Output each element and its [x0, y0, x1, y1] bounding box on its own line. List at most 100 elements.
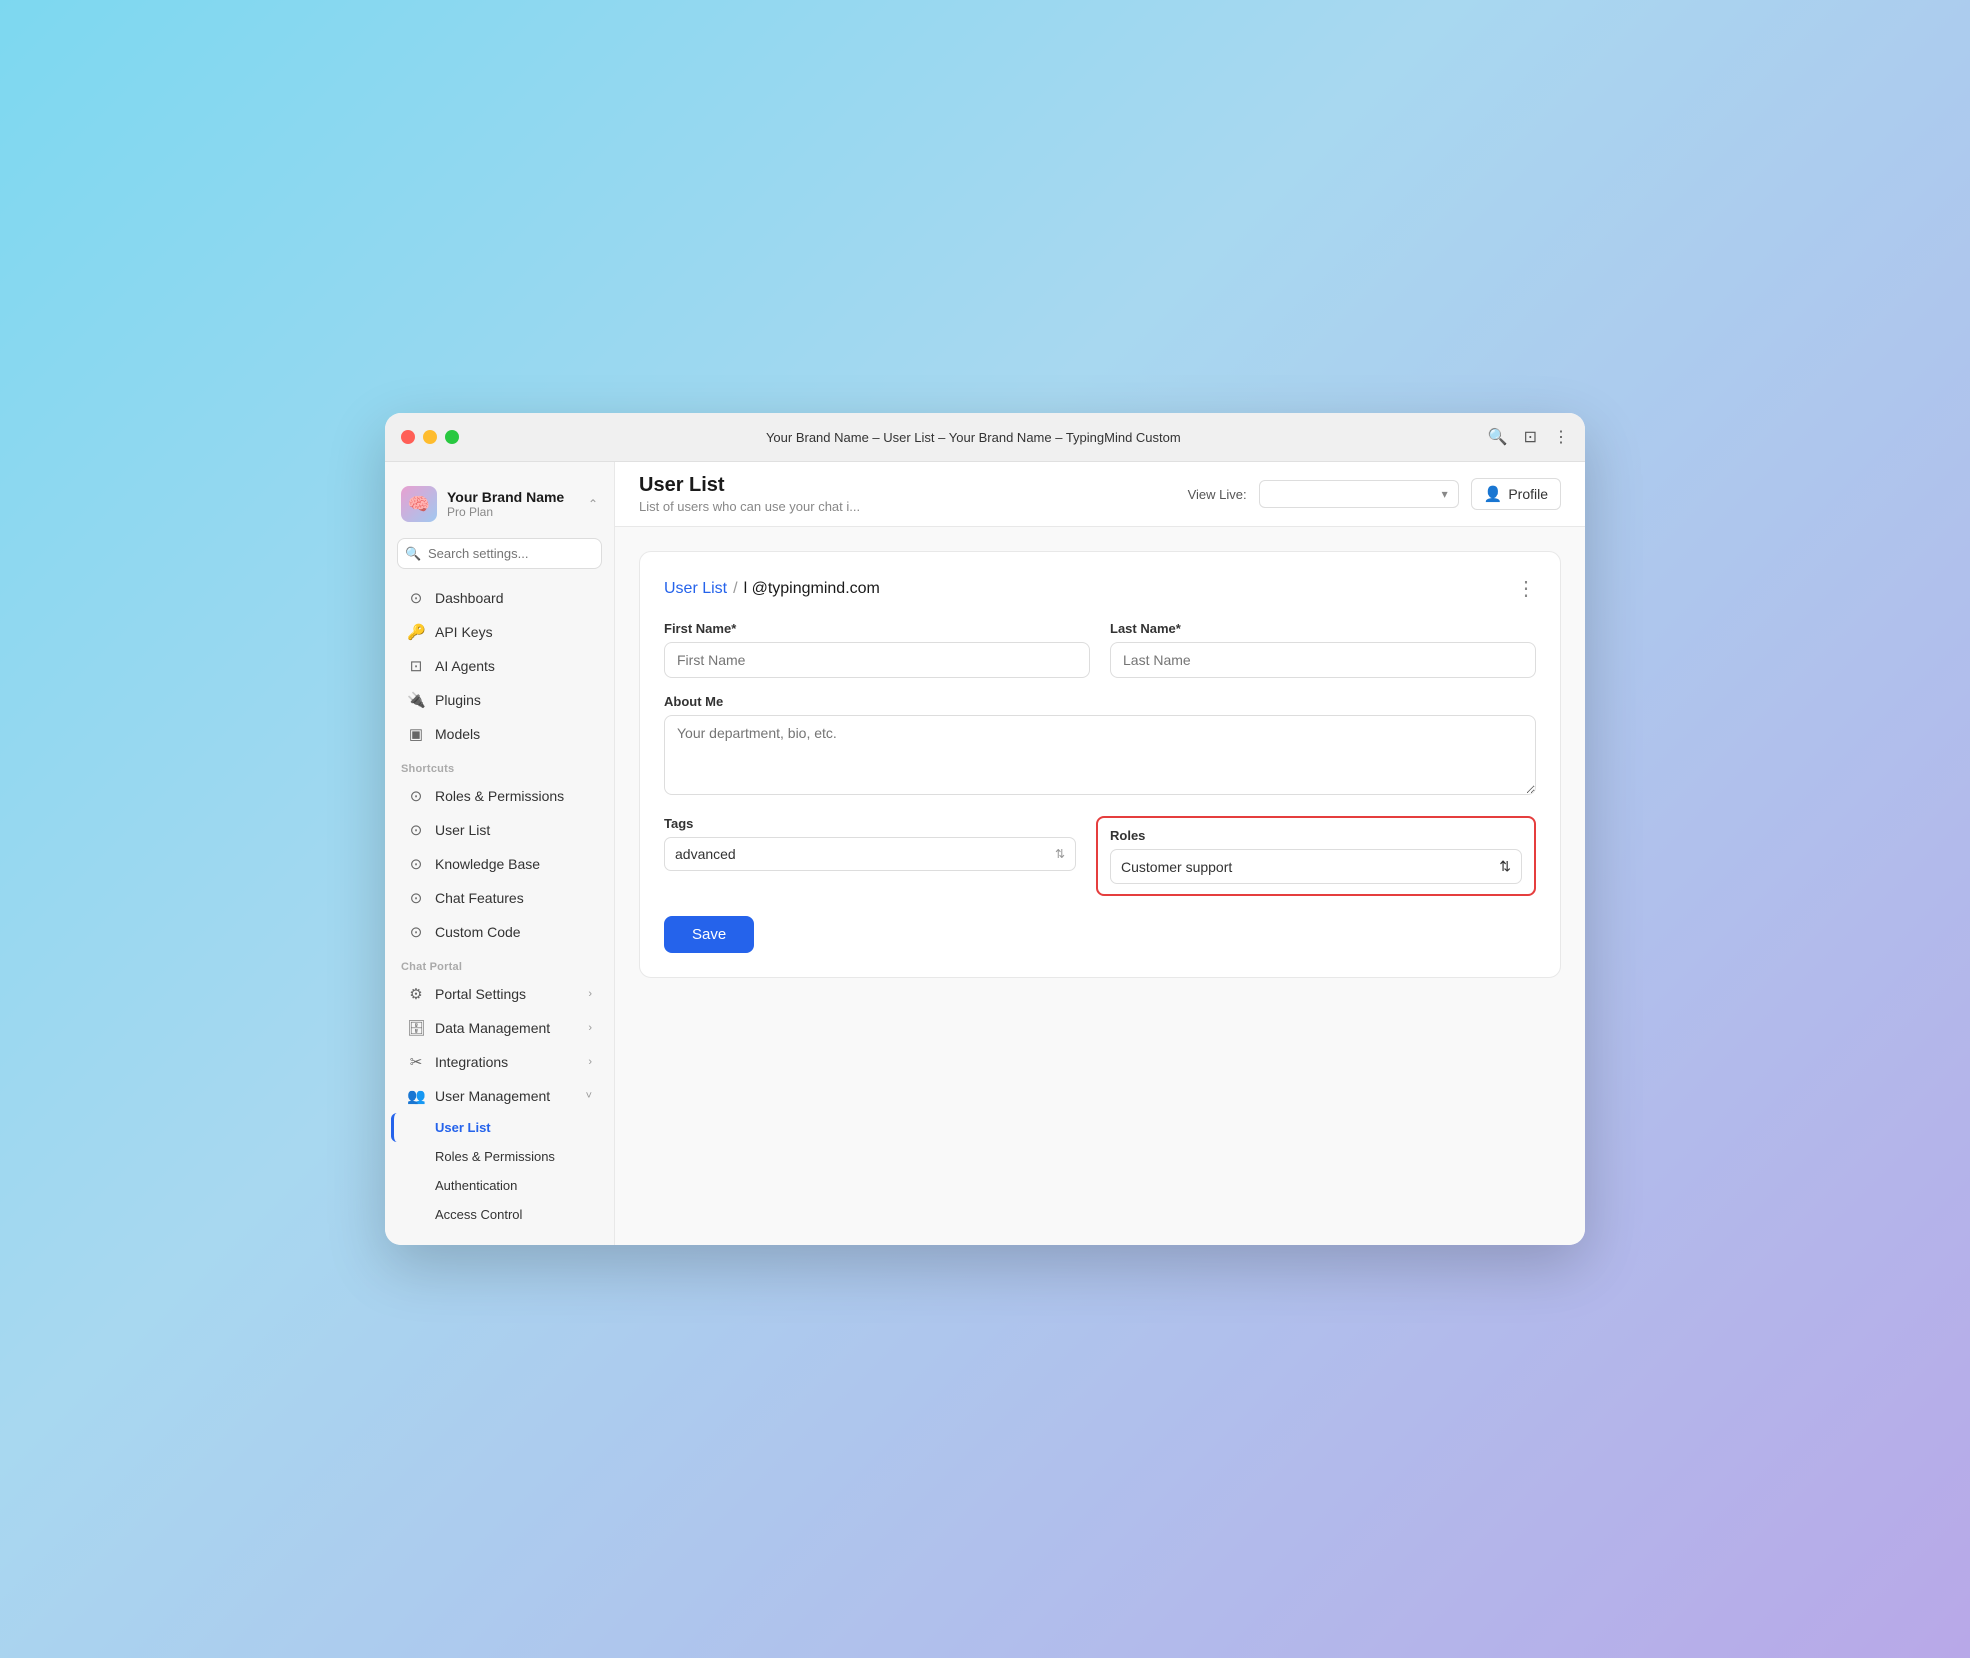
last-name-group: Last Name*	[1110, 621, 1536, 678]
data-management-icon: 🗄	[407, 1019, 425, 1037]
models-icon: ▣	[407, 725, 425, 743]
tags-value: advanced	[675, 846, 736, 862]
sidebar-sub-roles-permissions[interactable]: Roles & Permissions	[391, 1142, 608, 1171]
sidebar-item-label: Dashboard	[435, 590, 504, 606]
tags-select[interactable]: advanced ⇅	[664, 837, 1076, 871]
sidebar-item-knowledge-base[interactable]: ⊙ Knowledge Base	[391, 847, 608, 881]
chat-portal-label: Chat Portal	[385, 949, 614, 977]
sidebar-item-chat-features[interactable]: ⊙ Chat Features	[391, 881, 608, 915]
sub-item-label: Roles & Permissions	[435, 1149, 555, 1164]
more-options-icon[interactable]: ⋮	[1516, 576, 1536, 601]
sidebar-item-api-keys[interactable]: 🔑 API Keys	[391, 615, 608, 649]
sidebar-item-user-list-shortcut[interactable]: ⊙ User List	[391, 813, 608, 847]
sidebar: 🧠 Your Brand Name Pro Plan ⌃ 🔍 ⊙ Dashboa…	[385, 462, 615, 1245]
breadcrumb-separator: /	[733, 580, 737, 598]
view-live-label: View Live:	[1188, 487, 1247, 502]
breadcrumb: User List / l @typingmind.com	[664, 580, 880, 598]
about-label: About Me	[664, 694, 1536, 709]
titlebar-actions: 🔍 ⊡ ⋮	[1488, 427, 1569, 447]
sidebar-item-custom-code[interactable]: ⊙ Custom Code	[391, 915, 608, 949]
sidebar-item-label: Roles & Permissions	[435, 788, 564, 804]
sidebar-sub-authentication[interactable]: Authentication	[391, 1171, 608, 1200]
chevron-right-icon: ›	[588, 1056, 592, 1068]
breadcrumb-row: User List / l @typingmind.com ⋮	[664, 576, 1536, 601]
maximize-button[interactable]	[445, 430, 459, 444]
sidebar-item-label: API Keys	[435, 624, 493, 640]
search-input[interactable]	[397, 538, 602, 569]
profile-button[interactable]: 👤 Profile	[1471, 478, 1561, 510]
main-content: User List List of users who can use your…	[615, 462, 1585, 1245]
last-name-label: Last Name*	[1110, 621, 1536, 636]
profile-icon: 👤	[1484, 485, 1503, 503]
page-subtitle: List of users who can use your chat i...	[639, 499, 860, 514]
save-button[interactable]: Save	[664, 916, 754, 953]
sub-item-label: User List	[435, 1120, 491, 1135]
portal-settings-icon: ⚙	[407, 985, 425, 1003]
share-icon[interactable]: ⊡	[1524, 427, 1537, 447]
breadcrumb-user-list-link[interactable]: User List	[664, 580, 727, 598]
sidebar-item-models[interactable]: ▣ Models	[391, 717, 608, 751]
sidebar-item-user-management[interactable]: 👥 User Management ˅	[391, 1079, 608, 1113]
api-keys-icon: 🔑	[407, 623, 425, 641]
roles-value: Customer support	[1121, 859, 1232, 875]
brand-info: Your Brand Name Pro Plan	[447, 489, 578, 519]
view-live-chevron-icon: ▾	[1442, 487, 1448, 501]
sidebar-item-label: User List	[435, 822, 490, 838]
about-group: About Me	[664, 694, 1536, 800]
sidebar-item-dashboard[interactable]: ⊙ Dashboard	[391, 581, 608, 615]
user-list-icon: ⊙	[407, 821, 425, 839]
topbar: User List List of users who can use your…	[615, 462, 1585, 527]
sidebar-item-roles-permissions[interactable]: ⊙ Roles & Permissions	[391, 779, 608, 813]
first-name-input[interactable]	[664, 642, 1090, 678]
chat-features-icon: ⊙	[407, 889, 425, 907]
first-name-label: First Name*	[664, 621, 1090, 636]
roles-icon: ⊙	[407, 787, 425, 805]
chevron-right-icon: ›	[588, 1022, 592, 1034]
sidebar-item-label: Data Management	[435, 1020, 550, 1036]
roles-group: Roles Customer support ⇅	[1096, 816, 1536, 896]
knowledge-base-icon: ⊙	[407, 855, 425, 873]
sidebar-sub-access-control[interactable]: Access Control	[391, 1200, 608, 1229]
sidebar-item-label: Integrations	[435, 1054, 508, 1070]
close-button[interactable]	[401, 430, 415, 444]
view-live-select[interactable]: ▾	[1259, 480, 1459, 508]
topbar-right: View Live: ▾ 👤 Profile	[1188, 478, 1561, 510]
minimize-button[interactable]	[423, 430, 437, 444]
sidebar-item-ai-agents[interactable]: ⊡ AI Agents	[391, 649, 608, 683]
roles-select[interactable]: Customer support ⇅	[1110, 849, 1522, 884]
brand-section[interactable]: 🧠 Your Brand Name Pro Plan ⌃	[385, 478, 614, 538]
last-name-input[interactable]	[1110, 642, 1536, 678]
shortcuts-label: Shortcuts	[385, 751, 614, 779]
tags-roles-row: Tags advanced ⇅ Roles Customer support ⇅	[664, 816, 1536, 896]
about-textarea[interactable]	[664, 715, 1536, 795]
sidebar-item-label: Models	[435, 726, 480, 742]
search-box: 🔍	[397, 538, 602, 569]
sub-item-label: Authentication	[435, 1178, 517, 1193]
roles-chevrons-icon: ⇅	[1499, 858, 1511, 875]
integrations-icon: ✂	[407, 1053, 425, 1071]
about-row: About Me	[664, 694, 1536, 800]
sidebar-item-label: Plugins	[435, 692, 481, 708]
sidebar-item-label: AI Agents	[435, 658, 495, 674]
sidebar-item-portal-settings[interactable]: ⚙ Portal Settings ›	[391, 977, 608, 1011]
more-titlebar-icon[interactable]: ⋮	[1553, 427, 1569, 447]
breadcrumb-email: l @typingmind.com	[744, 580, 880, 598]
sidebar-item-integrations[interactable]: ✂ Integrations ›	[391, 1045, 608, 1079]
first-name-group: First Name*	[664, 621, 1090, 678]
traffic-lights	[401, 430, 459, 444]
sidebar-item-label: Custom Code	[435, 924, 521, 940]
sidebar-sub-user-list[interactable]: User List	[391, 1113, 608, 1142]
search-titlebar-icon[interactable]: 🔍	[1488, 427, 1508, 447]
tags-label: Tags	[664, 816, 1076, 831]
chevron-down-icon: ˅	[586, 1090, 592, 1102]
user-form-card: User List / l @typingmind.com ⋮ First Na…	[639, 551, 1561, 978]
sidebar-item-label: User Management	[435, 1088, 550, 1104]
search-icon: 🔍	[405, 546, 421, 562]
plugins-icon: 🔌	[407, 691, 425, 709]
sidebar-item-label: Chat Features	[435, 890, 524, 906]
sidebar-item-data-management[interactable]: 🗄 Data Management ›	[391, 1011, 608, 1045]
app-body: 🧠 Your Brand Name Pro Plan ⌃ 🔍 ⊙ Dashboa…	[385, 462, 1585, 1245]
sidebar-item-plugins[interactable]: 🔌 Plugins	[391, 683, 608, 717]
chevron-right-icon: ›	[588, 988, 592, 1000]
topbar-left: User List List of users who can use your…	[639, 474, 860, 514]
